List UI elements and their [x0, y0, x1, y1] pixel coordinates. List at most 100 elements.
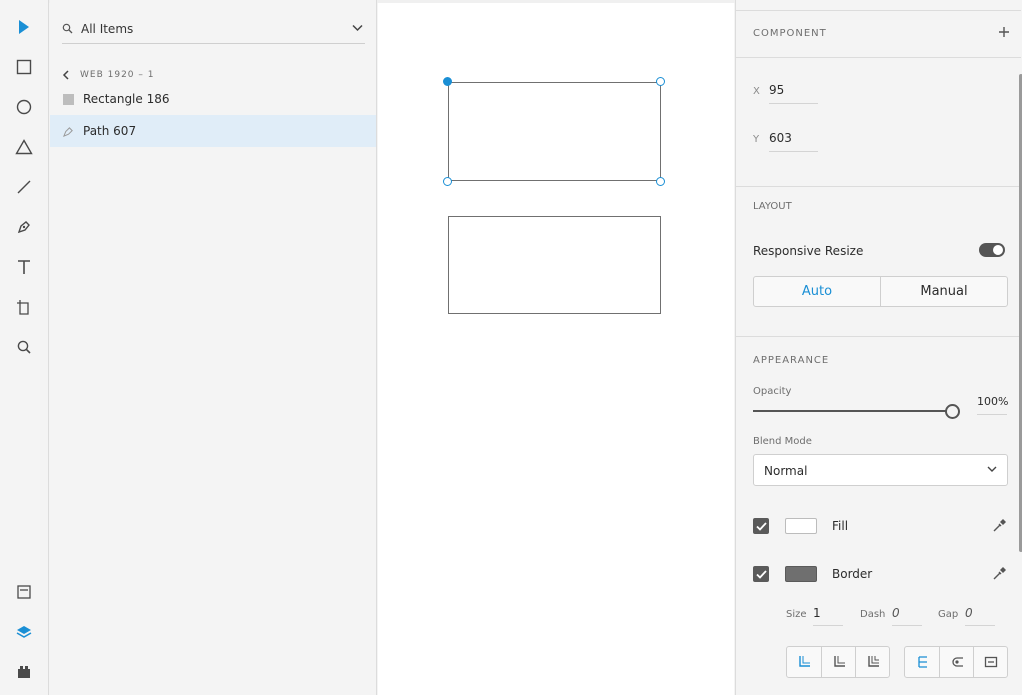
text-icon: [18, 260, 30, 274]
assets-icon: [17, 585, 31, 599]
border-size-field[interactable]: 1: [813, 606, 843, 626]
rectangle-186-shape[interactable]: [448, 216, 661, 314]
size-label: Size: [786, 609, 807, 620]
blend-mode-value: Normal: [764, 464, 808, 478]
center-stroke-icon: [984, 656, 997, 668]
layers-panel: All Items WEB 1920 – 1 Rectangle 186 Pat…: [50, 0, 377, 695]
property-inspector: COMPONENT X 95 Y 603 LAYOUT Responsive R…: [735, 0, 1022, 695]
artboard-icon: [17, 300, 29, 315]
pen-tool[interactable]: [12, 215, 36, 239]
selection-handle-bottom-left[interactable]: [443, 177, 452, 186]
pen-icon: [17, 221, 30, 234]
opacity-slider-thumb[interactable]: [945, 404, 960, 419]
rectangle-icon: [16, 59, 32, 75]
selection-handle-top-left[interactable]: [443, 77, 452, 86]
border-dash-field[interactable]: 0: [892, 606, 922, 626]
layer-label: Rectangle 186: [83, 92, 170, 106]
search-icon: [17, 340, 31, 354]
chevron-down-icon: [352, 24, 363, 32]
checkmark-icon: [755, 521, 767, 531]
layer-item-rectangle[interactable]: Rectangle 186: [50, 83, 376, 115]
artboard-canvas[interactable]: [378, 3, 734, 695]
ellipse-tool[interactable]: [12, 95, 36, 119]
breadcrumb[interactable]: WEB 1920 – 1: [62, 68, 154, 82]
blend-mode-label: Blend Mode: [753, 436, 812, 447]
search-icon: [62, 23, 73, 34]
add-component-icon[interactable]: [998, 26, 1010, 38]
x-position-field[interactable]: 95: [769, 83, 818, 104]
opacity-label: Opacity: [753, 386, 792, 397]
x-label: X: [753, 86, 760, 97]
auto-resize-button[interactable]: Auto: [754, 277, 880, 306]
border-align-group: [904, 646, 1008, 678]
plugins-button[interactable]: [12, 660, 36, 684]
polygon-tool[interactable]: [12, 135, 36, 159]
responsive-resize-label: Responsive Resize: [753, 244, 864, 258]
eyedropper-icon[interactable]: [992, 518, 1007, 533]
gap-label: Gap: [938, 609, 959, 620]
outer-stroke-button[interactable]: [939, 647, 973, 677]
miter-join-button[interactable]: [787, 647, 821, 677]
fill-checkbox[interactable]: [753, 518, 769, 534]
assets-button[interactable]: [12, 580, 36, 604]
layer-filter-label: All Items: [81, 22, 134, 36]
bevel-join-button[interactable]: [855, 647, 889, 677]
layers-icon: [16, 626, 32, 638]
opacity-field[interactable]: 100%: [977, 395, 1008, 415]
rectangle-tool[interactable]: [12, 55, 36, 79]
ellipse-icon: [16, 99, 32, 115]
manual-resize-button[interactable]: Manual: [880, 277, 1007, 306]
divider: [736, 336, 1021, 337]
chevron-down-icon: [987, 466, 997, 472]
border-gap-field[interactable]: 0: [965, 606, 995, 626]
fill-color-swatch[interactable]: [785, 518, 817, 534]
outer-stroke-icon: [951, 657, 963, 667]
dash-label: Dash: [860, 609, 886, 620]
toggle-knob: [993, 245, 1003, 255]
bevel-join-icon: [867, 656, 879, 667]
blend-mode-select[interactable]: Normal: [753, 454, 1008, 486]
plugins-icon: [18, 666, 30, 678]
artboard-name: WEB 1920 – 1: [80, 70, 155, 80]
inner-stroke-button[interactable]: [905, 647, 939, 677]
eyedropper-icon[interactable]: [992, 566, 1007, 581]
responsive-resize-toggle[interactable]: [979, 243, 1005, 257]
triangle-icon: [15, 139, 33, 155]
zoom-tool[interactable]: [12, 335, 36, 359]
line-tool[interactable]: [12, 175, 36, 199]
rectangle-layer-icon: [63, 93, 74, 105]
chevron-left-icon[interactable]: [62, 70, 70, 80]
component-section-title: COMPONENT: [753, 28, 827, 39]
border-join-group: [786, 646, 890, 678]
y-label: Y: [753, 134, 760, 145]
layer-item-path[interactable]: Path 607: [50, 115, 376, 147]
layer-label: Path 607: [83, 124, 137, 138]
y-position-field[interactable]: 603: [769, 131, 818, 152]
border-label: Border: [832, 567, 873, 581]
layers-button[interactable]: [12, 620, 36, 644]
divider: [736, 57, 1021, 58]
border-checkbox[interactable]: [753, 566, 769, 582]
layout-section-title: LAYOUT: [753, 201, 792, 212]
layer-filter-dropdown[interactable]: All Items: [62, 16, 365, 44]
checkmark-icon: [755, 569, 767, 579]
text-tool[interactable]: [12, 255, 36, 279]
pen-layer-icon: [63, 126, 73, 137]
center-stroke-button[interactable]: [973, 647, 1007, 677]
path-607-shape[interactable]: [448, 82, 661, 181]
appearance-section-title: APPEARANCE: [753, 355, 830, 366]
opacity-slider-track[interactable]: [753, 410, 946, 412]
selection-handle-top-right[interactable]: [656, 77, 665, 86]
select-tool[interactable]: [12, 15, 36, 39]
miter-join-icon: [799, 656, 810, 667]
fill-label: Fill: [832, 519, 849, 533]
inner-stroke-icon: [918, 656, 927, 668]
round-join-icon: [833, 656, 845, 667]
artboard-tool[interactable]: [12, 295, 36, 319]
divider: [736, 10, 1021, 11]
arrow-icon: [19, 20, 29, 34]
round-join-button[interactable]: [821, 647, 855, 677]
border-color-swatch[interactable]: [785, 566, 817, 582]
app-window: All Items WEB 1920 – 1 Rectangle 186 Pat…: [0, 0, 1022, 695]
selection-handle-bottom-right[interactable]: [656, 177, 665, 186]
